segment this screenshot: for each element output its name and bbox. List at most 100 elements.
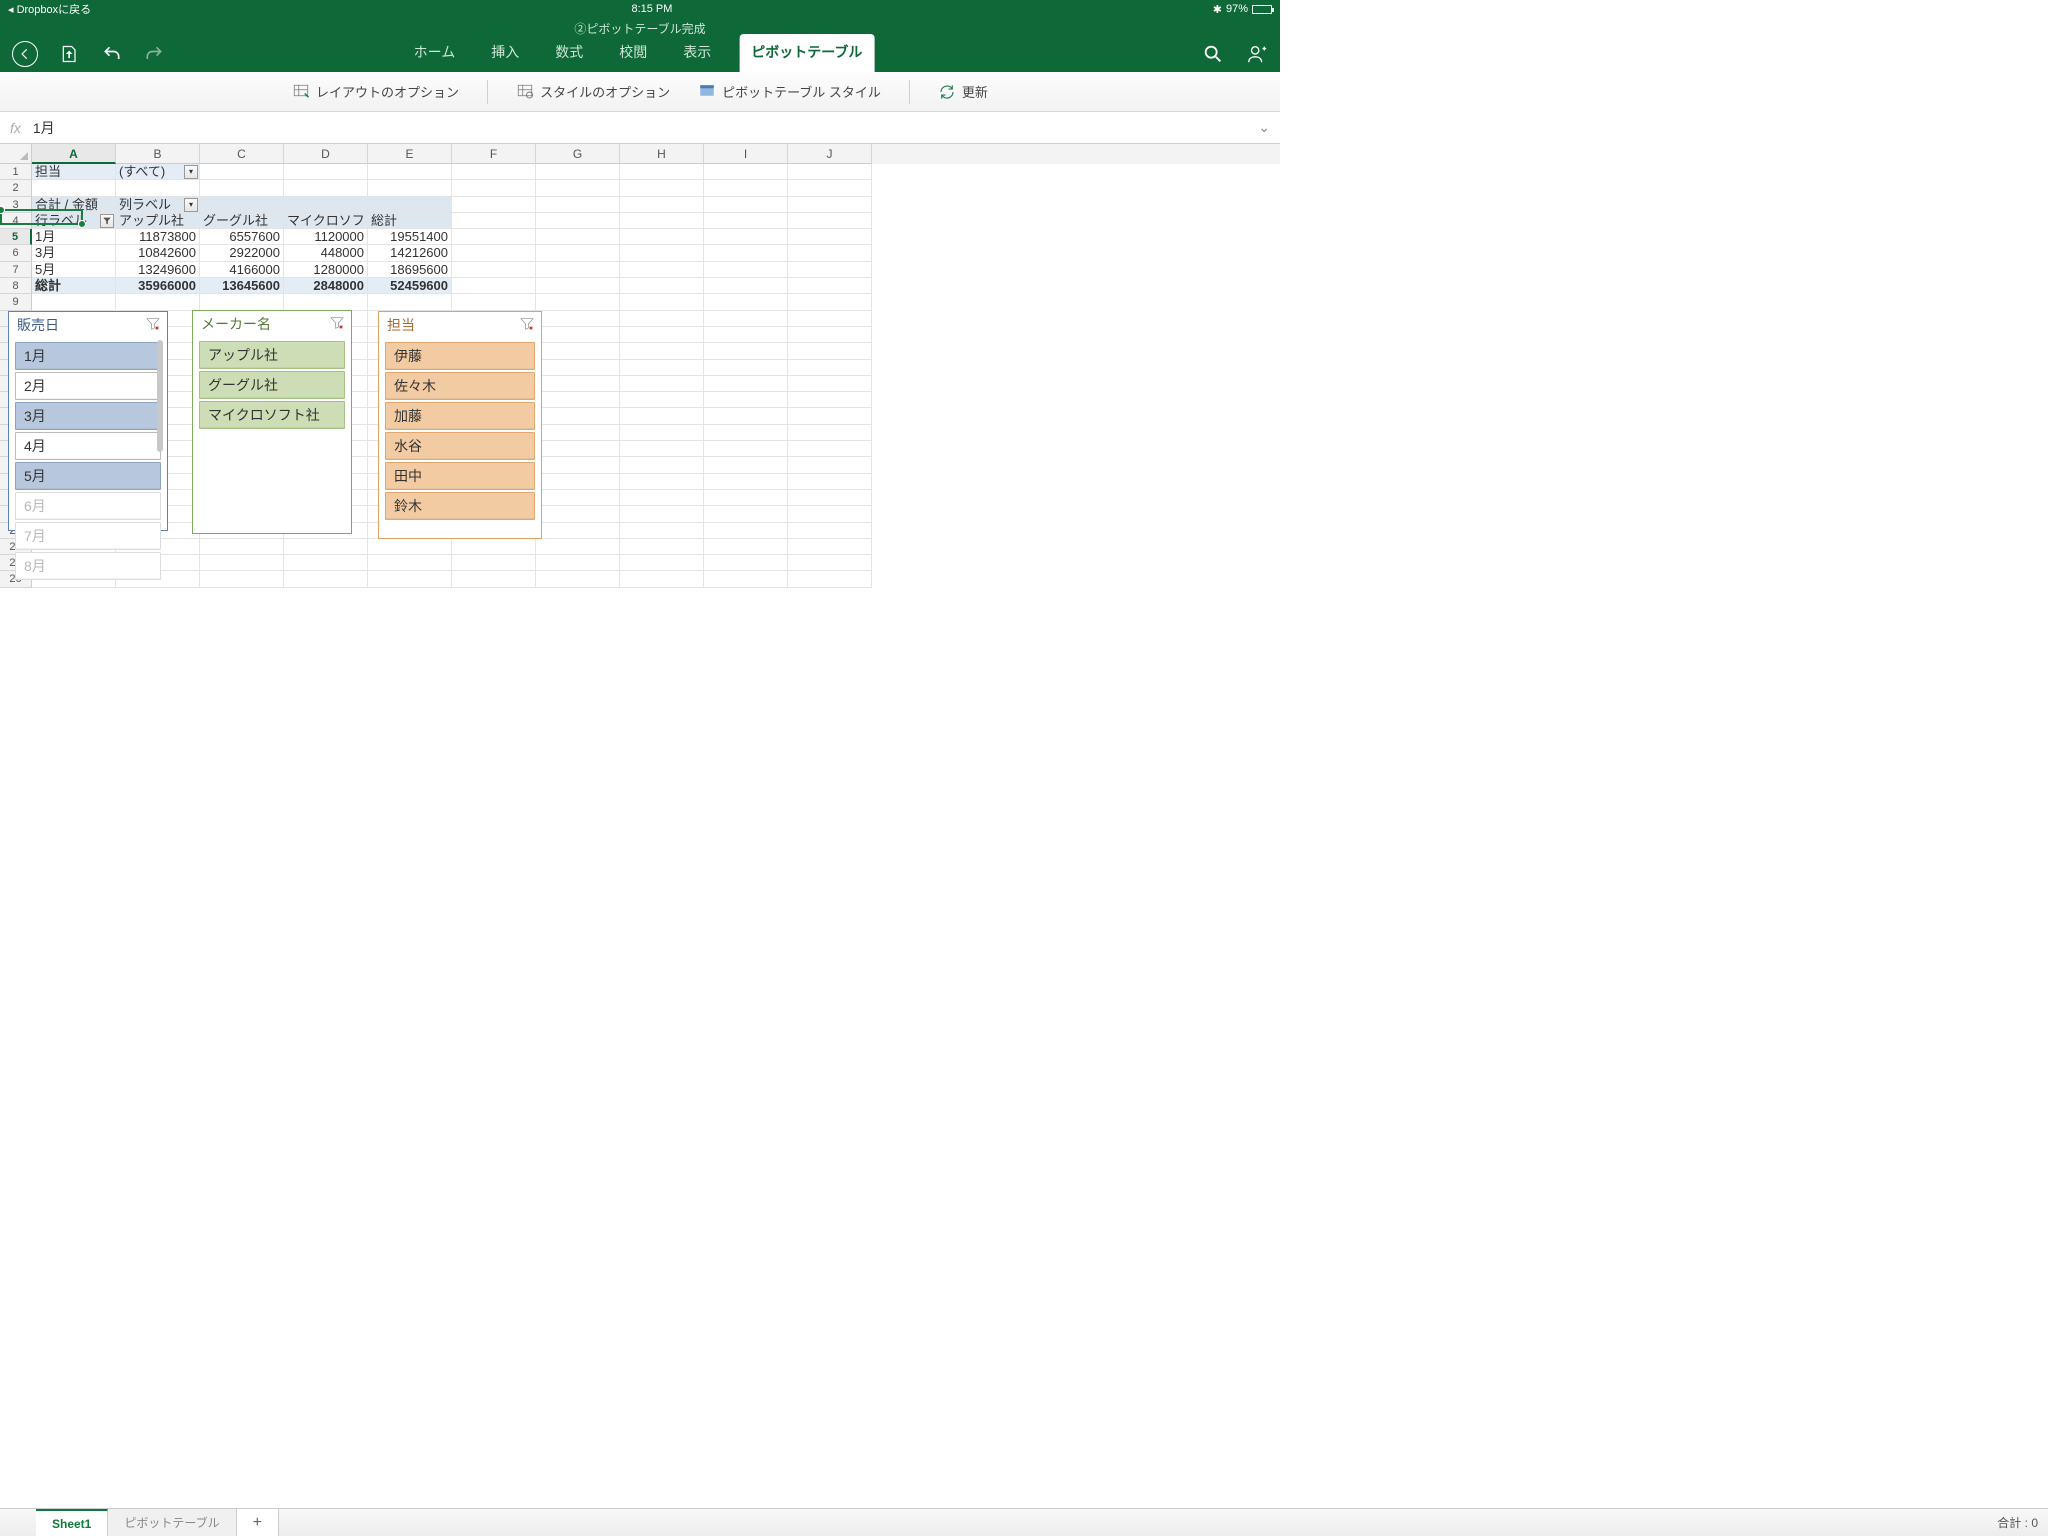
cell[interactable] [452, 213, 536, 229]
cell[interactable] [620, 539, 704, 555]
back-button[interactable] [12, 41, 38, 67]
cell[interactable] [788, 245, 872, 261]
slicer-date[interactable]: 販売日 1月2月3月4月5月6月7月8月 [8, 311, 168, 531]
formula-bar[interactable]: fx 1月 ⌄ [0, 112, 1280, 144]
row-header[interactable]: 8 [0, 278, 32, 294]
cell[interactable] [620, 571, 704, 587]
refresh-button[interactable]: 更新 [938, 82, 988, 101]
sheet-tab-pivot[interactable]: ピボットテーブル [108, 1509, 236, 1536]
cell[interactable] [536, 425, 620, 441]
cell[interactable] [788, 311, 872, 327]
cell[interactable] [200, 294, 284, 310]
scrollbar[interactable] [155, 340, 165, 526]
cell[interactable] [200, 571, 284, 587]
cell[interactable] [788, 278, 872, 294]
cell[interactable] [788, 229, 872, 245]
cell[interactable] [536, 262, 620, 278]
cell[interactable]: 1280000 [284, 262, 368, 278]
cell[interactable] [704, 376, 788, 392]
search-icon[interactable] [1202, 43, 1224, 65]
cell[interactable] [536, 213, 620, 229]
tab-insert[interactable]: 挿入 [483, 36, 527, 72]
slicer-item[interactable]: 加藤 [385, 402, 535, 430]
row-header[interactable]: 1 [0, 164, 32, 180]
cell[interactable] [704, 425, 788, 441]
slicer-item[interactable]: マイクロソフト社 [199, 401, 345, 429]
cell[interactable]: 13249600 [116, 262, 200, 278]
cell[interactable] [200, 164, 284, 180]
cell[interactable] [536, 457, 620, 473]
cell[interactable] [536, 441, 620, 457]
col-header[interactable]: F [452, 144, 536, 164]
col-header[interactable]: D [284, 144, 368, 164]
cell[interactable] [620, 506, 704, 522]
sheet-grid[interactable]: ABCDEFGHIJ 12345678910111213141516171819… [0, 144, 1280, 932]
cell[interactable]: 13645600 [200, 278, 284, 294]
slicer-item[interactable]: アップル社 [199, 341, 345, 369]
cell[interactable]: 52459600 [368, 278, 452, 294]
slicer-maker[interactable]: メーカー名 アップル社グーグル社マイクロソフト社 [192, 310, 352, 534]
cell[interactable] [452, 262, 536, 278]
cell[interactable] [536, 408, 620, 424]
cell[interactable] [620, 392, 704, 408]
cell[interactable] [788, 262, 872, 278]
tab-home[interactable]: ホーム [406, 36, 464, 72]
row-header[interactable]: 4 [0, 213, 32, 229]
cell[interactable]: 総計 [368, 213, 452, 229]
cell[interactable] [704, 457, 788, 473]
cell[interactable] [536, 474, 620, 490]
cell[interactable] [704, 213, 788, 229]
tab-review[interactable]: 校閲 [611, 36, 655, 72]
cell[interactable]: 1120000 [284, 229, 368, 245]
cells-area[interactable]: 担当(すべて)▾合計 / 金額列ラベル▾行ラベルアップル社グーグル社マイクロソフ… [32, 164, 1280, 932]
add-sheet-button[interactable]: + [237, 1509, 279, 1536]
cell[interactable] [620, 441, 704, 457]
cell[interactable] [788, 294, 872, 310]
cell[interactable] [116, 294, 200, 310]
cell[interactable] [620, 408, 704, 424]
cell[interactable] [452, 294, 536, 310]
cell[interactable] [620, 360, 704, 376]
cell[interactable]: 35966000 [116, 278, 200, 294]
cell[interactable] [704, 360, 788, 376]
cell[interactable] [788, 441, 872, 457]
cell[interactable] [704, 327, 788, 343]
slicer-item[interactable]: 佐々木 [385, 372, 535, 400]
cell[interactable] [32, 294, 116, 310]
sheet-tab-sheet1[interactable]: Sheet1 [36, 1509, 108, 1536]
dropdown-icon[interactable]: ▾ [184, 198, 198, 212]
cell[interactable]: 19551400 [368, 229, 452, 245]
cell[interactable] [368, 164, 452, 180]
cell[interactable] [368, 294, 452, 310]
cell[interactable] [536, 245, 620, 261]
row-header[interactable]: 5 [0, 229, 32, 245]
cell[interactable]: 総計 [32, 278, 116, 294]
cell[interactable]: 2848000 [284, 278, 368, 294]
cell[interactable] [788, 360, 872, 376]
slicer-item[interactable]: 水谷 [385, 432, 535, 460]
style-options-button[interactable]: スタイルのオプション [516, 82, 670, 101]
cell[interactable]: 行ラベル [32, 213, 116, 229]
cell[interactable] [788, 392, 872, 408]
dropdown-icon[interactable]: ▾ [184, 165, 198, 179]
cell[interactable] [788, 376, 872, 392]
cell[interactable]: 14212600 [368, 245, 452, 261]
cell[interactable] [116, 180, 200, 196]
cell[interactable] [284, 571, 368, 587]
row-header[interactable]: 6 [0, 245, 32, 261]
cell[interactable] [536, 490, 620, 506]
cell[interactable] [788, 523, 872, 539]
cell[interactable] [620, 213, 704, 229]
cell[interactable] [788, 490, 872, 506]
cell[interactable] [452, 571, 536, 587]
file-arrow-icon[interactable] [60, 44, 80, 64]
column-headers[interactable]: ABCDEFGHIJ [32, 144, 1280, 164]
cell[interactable] [536, 523, 620, 539]
cell[interactable] [704, 164, 788, 180]
col-header[interactable]: E [368, 144, 452, 164]
cell[interactable]: 4166000 [200, 262, 284, 278]
cell[interactable] [704, 197, 788, 213]
cell[interactable] [536, 555, 620, 571]
cell[interactable] [704, 523, 788, 539]
undo-icon[interactable] [102, 44, 122, 64]
